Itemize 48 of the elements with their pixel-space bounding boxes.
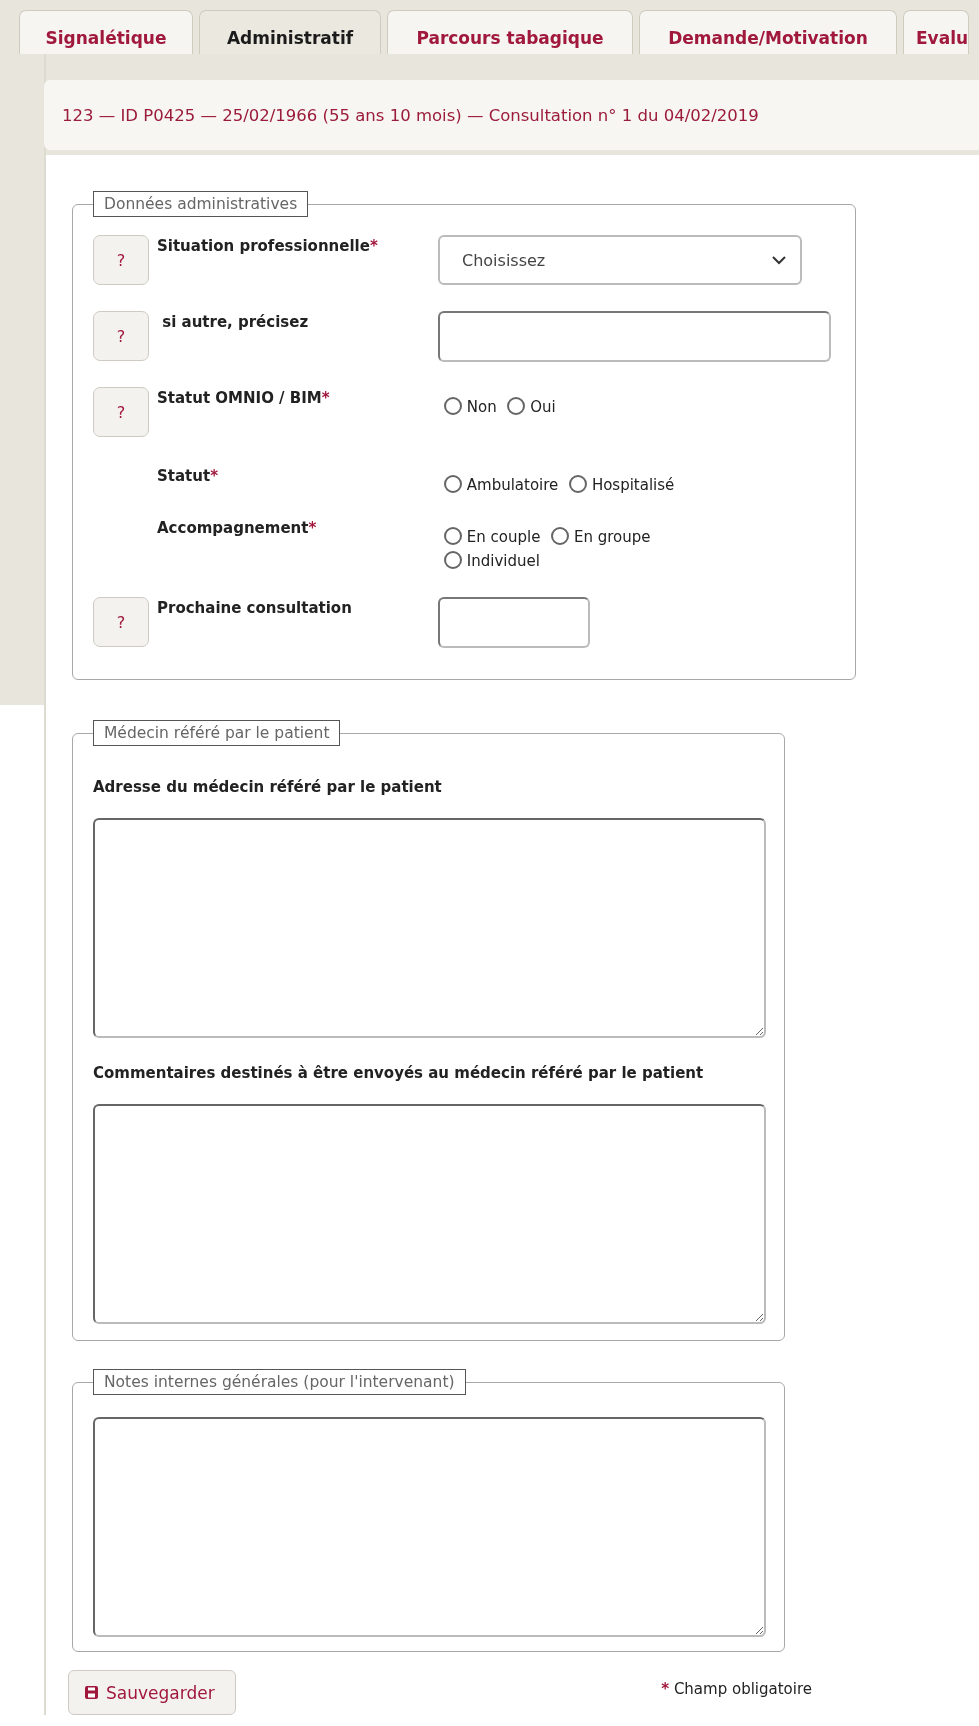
- tab[interactable]: Evalu: [903, 10, 970, 54]
- radio-label: En couple: [466, 528, 541, 546]
- field-label: Commentaires destinés à être envoyés au médecin référé par le patient: [93, 1064, 705, 1082]
- select-field[interactable]: Choisissez: [438, 235, 802, 285]
- required-mark: *: [369, 237, 378, 255]
- radio-label: Oui: [530, 398, 556, 416]
- field-label: Statut: [157, 467, 211, 485]
- tab[interactable]: Signalétique: [19, 10, 193, 54]
- radio-button[interactable]: [444, 397, 462, 415]
- required-mark: *: [321, 389, 330, 407]
- patient-header: 123 — ID P0425 — 25/02/1966 (55 ans 10 mois) — Consultation n° 1 du 04/02/2019: [44, 80, 979, 150]
- field-label: Accompagnement: [157, 519, 309, 537]
- floppy-icon: [85, 1686, 98, 1699]
- footnote-text: Champ obligatoire: [673, 1680, 812, 1698]
- field-label: Statut OMNIO / BIM: [157, 389, 322, 407]
- radio-button[interactable]: [444, 551, 462, 569]
- radio-label: Ambulatoire: [466, 476, 559, 494]
- fieldset-legend: Notes internes générales (pour l'intervenant): [93, 1369, 466, 1395]
- radio-button[interactable]: [569, 475, 588, 493]
- field-label: Prochaine consultation: [157, 599, 352, 617]
- radio-label: Individuel: [466, 552, 540, 570]
- select-value: Choisissez: [462, 250, 546, 270]
- field-label: Adresse du médecin référé par le patient: [93, 778, 443, 796]
- help-button[interactable]: ?: [93, 311, 149, 361]
- radio-button[interactable]: [551, 527, 570, 545]
- radio-label: Hospitalisé: [591, 476, 675, 494]
- field-label: Situation professionnelle: [157, 237, 370, 255]
- input-field[interactable]: [438, 597, 590, 648]
- required-mark: *: [308, 519, 317, 537]
- radio-button[interactable]: [444, 527, 462, 545]
- input-field[interactable]: [438, 311, 831, 362]
- radio-button[interactable]: [444, 475, 462, 493]
- help-button[interactable]: ?: [93, 387, 149, 437]
- required-mark: *: [661, 1680, 670, 1698]
- fieldset-legend: Données administratives: [93, 191, 309, 217]
- radio-label: Non: [466, 398, 497, 416]
- tab[interactable]: Demande/Motivation: [639, 10, 897, 54]
- chevron-down-icon: [772, 255, 786, 265]
- tab[interactable]: Parcours tabagique: [387, 10, 633, 54]
- save-button[interactable]: Sauvegarder: [68, 1670, 236, 1715]
- help-button[interactable]: ?: [93, 235, 149, 285]
- field-label: si autre, précisez: [161, 313, 309, 331]
- radio-label: En groupe: [573, 528, 651, 546]
- fieldset-legend: Médecin référé par le patient: [93, 720, 341, 746]
- required-mark: *: [210, 467, 218, 485]
- radio-button[interactable]: [507, 397, 526, 415]
- help-button[interactable]: ?: [93, 597, 149, 647]
- tab[interactable]: Administratif: [199, 10, 381, 54]
